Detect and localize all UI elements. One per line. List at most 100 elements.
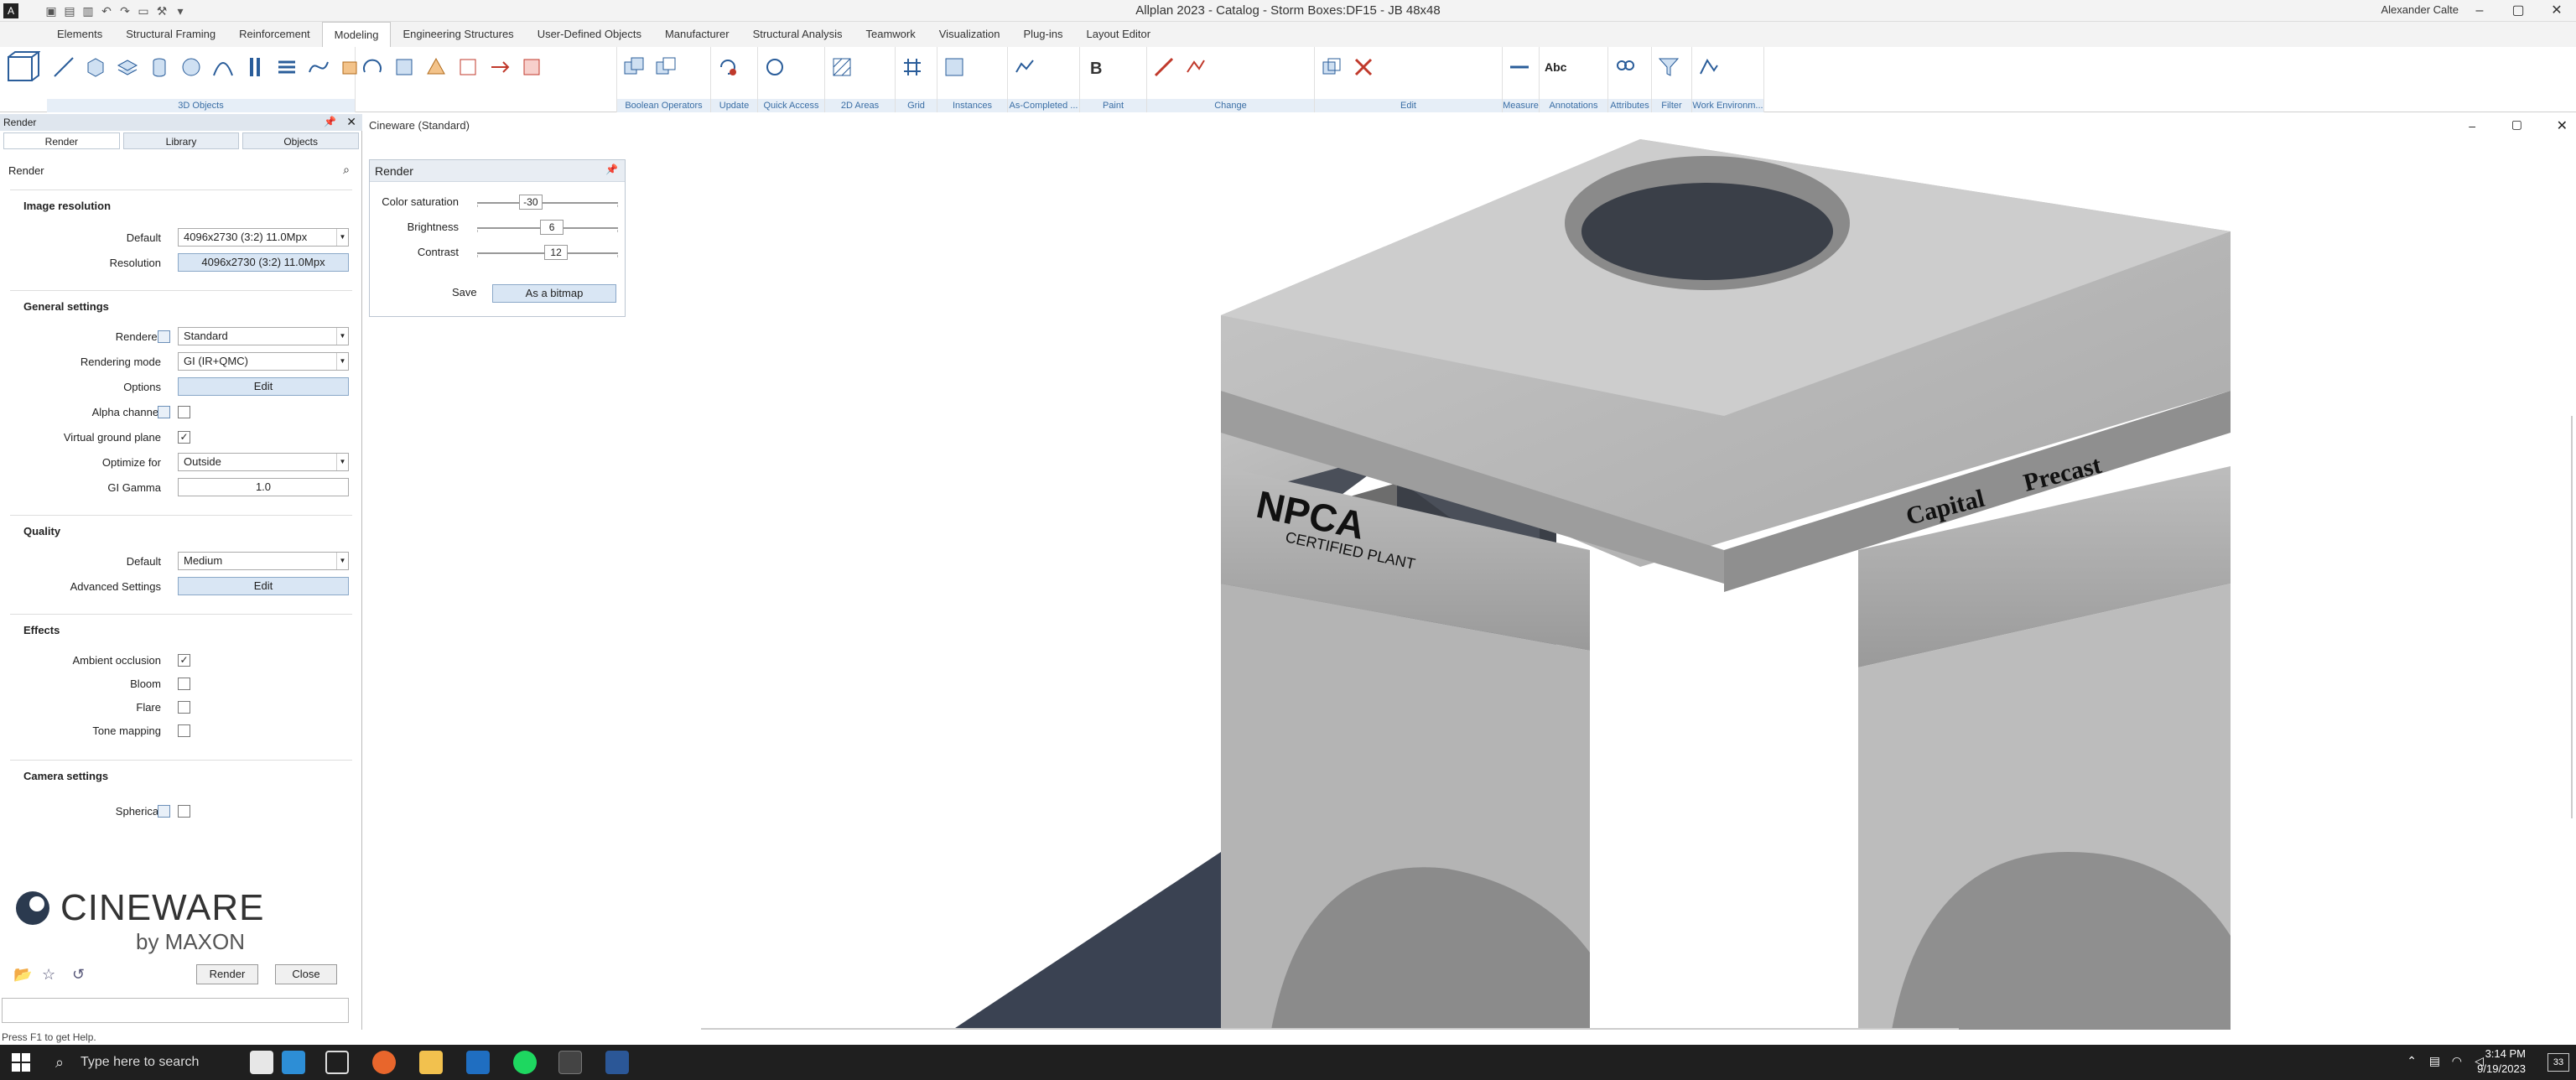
tab-objects[interactable]: Objects xyxy=(242,132,360,149)
tab-layout-editor[interactable]: Layout Editor xyxy=(1074,22,1162,47)
delete-face-icon[interactable] xyxy=(520,55,543,79)
tab-reinforcement[interactable]: Reinforcement xyxy=(227,22,322,47)
viewport-minimize-icon[interactable]: – xyxy=(2469,119,2475,132)
maximize-icon[interactable]: ▢ xyxy=(2499,0,2537,22)
spline-icon[interactable] xyxy=(307,55,330,79)
slider-value[interactable]: -30 xyxy=(518,195,543,210)
render-button[interactable]: Render xyxy=(196,964,258,984)
viewport-maximize-icon[interactable]: ▢ xyxy=(2511,117,2522,132)
pin-icon[interactable]: 📌 xyxy=(605,164,618,175)
text-label[interactable]: Abc xyxy=(1545,55,1566,79)
optimize-for-select[interactable]: Outside ▼ xyxy=(178,453,349,471)
horizontal-scrollbar[interactable] xyxy=(701,1028,1959,1030)
section-quality[interactable]: Quality xyxy=(23,525,60,537)
delete-icon[interactable] xyxy=(1352,55,1375,79)
tone-mapping-checkbox[interactable] xyxy=(178,724,190,737)
ambient-occlusion-checkbox[interactable]: ✓ xyxy=(178,654,190,667)
gi-gamma-input[interactable]: 1.0 xyxy=(178,478,349,496)
user-name[interactable]: Alexander Calte xyxy=(2381,3,2459,16)
info-icon[interactable] xyxy=(158,330,170,343)
resolution-button[interactable]: 4096x2730 (3:2) 11.0Mpx xyxy=(178,253,349,272)
tab-engineering-structures[interactable]: Engineering Structures xyxy=(391,22,525,47)
spherical-checkbox[interactable] xyxy=(178,805,190,818)
slider-track[interactable] xyxy=(477,202,618,204)
taskbar-search[interactable]: ⌕ Type here to search xyxy=(44,1048,245,1077)
advanced-edit-button[interactable]: Edit xyxy=(178,577,349,595)
options-edit-button[interactable]: Edit xyxy=(178,377,349,396)
vertical-scrollbar[interactable] xyxy=(2571,416,2573,818)
filter-icon[interactable] xyxy=(1657,55,1680,79)
subtract-icon[interactable] xyxy=(654,55,678,79)
tab-structural-analysis[interactable]: Structural Analysis xyxy=(741,22,854,47)
loft-icon[interactable] xyxy=(424,55,448,79)
instance-icon[interactable] xyxy=(943,55,966,79)
line-icon[interactable] xyxy=(52,55,75,79)
spotify-icon[interactable] xyxy=(513,1051,537,1074)
tab-visualization[interactable]: Visualization xyxy=(927,22,1012,47)
tab-teamwork[interactable]: Teamwork xyxy=(854,22,927,47)
flare-checkbox[interactable] xyxy=(178,701,190,714)
word-icon[interactable] xyxy=(605,1051,629,1074)
windows-start-icon[interactable] xyxy=(12,1053,30,1072)
rendering-mode-select[interactable]: GI (IR+QMC) ▼ xyxy=(178,352,349,371)
section-general-settings[interactable]: General settings xyxy=(23,300,109,313)
as-completed-icon[interactable] xyxy=(1013,55,1036,79)
grid-icon[interactable] xyxy=(901,55,924,79)
network-icon[interactable]: ▤ xyxy=(2429,1054,2440,1068)
viewport-close-icon[interactable]: ✕ xyxy=(2557,117,2568,134)
renderer-select[interactable]: Standard ▼ xyxy=(178,327,349,345)
bloom-checkbox[interactable] xyxy=(178,678,190,690)
layers-icon[interactable] xyxy=(116,55,139,79)
convert-icon[interactable] xyxy=(488,55,512,79)
close-icon[interactable]: ✕ xyxy=(2537,0,2576,22)
info-icon[interactable] xyxy=(158,805,170,818)
edit-surface-icon[interactable] xyxy=(456,55,480,79)
curve-icon[interactable] xyxy=(211,55,235,79)
cylinder-icon[interactable] xyxy=(148,55,171,79)
clock[interactable]: 3:14 PM 9/19/2023 xyxy=(2477,1046,2526,1077)
section-camera-settings[interactable]: Camera settings xyxy=(23,770,108,782)
modify-icon[interactable] xyxy=(1152,55,1176,79)
work-environment-icon[interactable] xyxy=(1697,55,1721,79)
task-view-icon[interactable] xyxy=(325,1051,349,1074)
render-viewport[interactable]: NPCA CERTIFIED PLANT Capital Precast Cin… xyxy=(366,114,2576,1030)
tray-chevron-icon[interactable]: ⌃ xyxy=(2407,1054,2417,1068)
alpha-channel-checkbox[interactable] xyxy=(178,406,190,418)
reset-icon[interactable]: ↺ xyxy=(72,966,85,984)
column-icon[interactable] xyxy=(243,55,267,79)
pin-icon[interactable]: 📌 xyxy=(324,116,336,127)
panel-close-icon[interactable]: ✕ xyxy=(346,115,356,129)
tab-manufacturer[interactable]: Manufacturer xyxy=(653,22,741,47)
rotate-icon[interactable] xyxy=(361,55,384,79)
stack-icon[interactable] xyxy=(275,55,299,79)
info-icon[interactable] xyxy=(158,406,170,418)
quality-select[interactable]: Medium ▼ xyxy=(178,552,349,570)
allplan-taskbar-icon[interactable] xyxy=(558,1051,582,1074)
hatching-icon[interactable] xyxy=(830,55,854,79)
3d-object-icon[interactable] xyxy=(3,50,41,96)
surface-icon[interactable] xyxy=(392,55,416,79)
copy-icon[interactable] xyxy=(1320,55,1343,79)
tab-user-defined-objects[interactable]: User-Defined Objects xyxy=(526,22,653,47)
section-image-resolution[interactable]: Image resolution xyxy=(23,200,111,212)
todo-app-icon[interactable] xyxy=(282,1051,305,1074)
measure-icon[interactable] xyxy=(1508,55,1531,79)
search-icon[interactable]: ⌕ xyxy=(343,163,350,177)
bold-icon[interactable]: B xyxy=(1085,55,1109,79)
tab-modeling[interactable]: Modeling xyxy=(321,22,392,47)
firefox-icon[interactable] xyxy=(372,1051,396,1074)
tab-render[interactable]: Render xyxy=(3,132,120,149)
attributes-icon[interactable] xyxy=(1613,55,1637,79)
notifications-icon[interactable]: 33 xyxy=(2547,1053,2569,1072)
outlook-icon[interactable] xyxy=(466,1051,490,1074)
wifi-icon[interactable]: ◠ xyxy=(2452,1054,2462,1068)
tab-library[interactable]: Library xyxy=(122,132,240,149)
slider-value[interactable]: 12 xyxy=(544,245,569,260)
quick-access-icon[interactable] xyxy=(763,55,787,79)
sphere-icon[interactable] xyxy=(179,55,203,79)
update-icon[interactable] xyxy=(716,55,740,79)
slider-value[interactable]: 6 xyxy=(540,220,564,235)
default-resolution-select[interactable]: 4096x2730 (3:2) 11.0Mpx ▼ xyxy=(178,228,349,247)
task-app-icon[interactable] xyxy=(250,1051,273,1074)
ground-plane-checkbox[interactable]: ✓ xyxy=(178,431,190,444)
